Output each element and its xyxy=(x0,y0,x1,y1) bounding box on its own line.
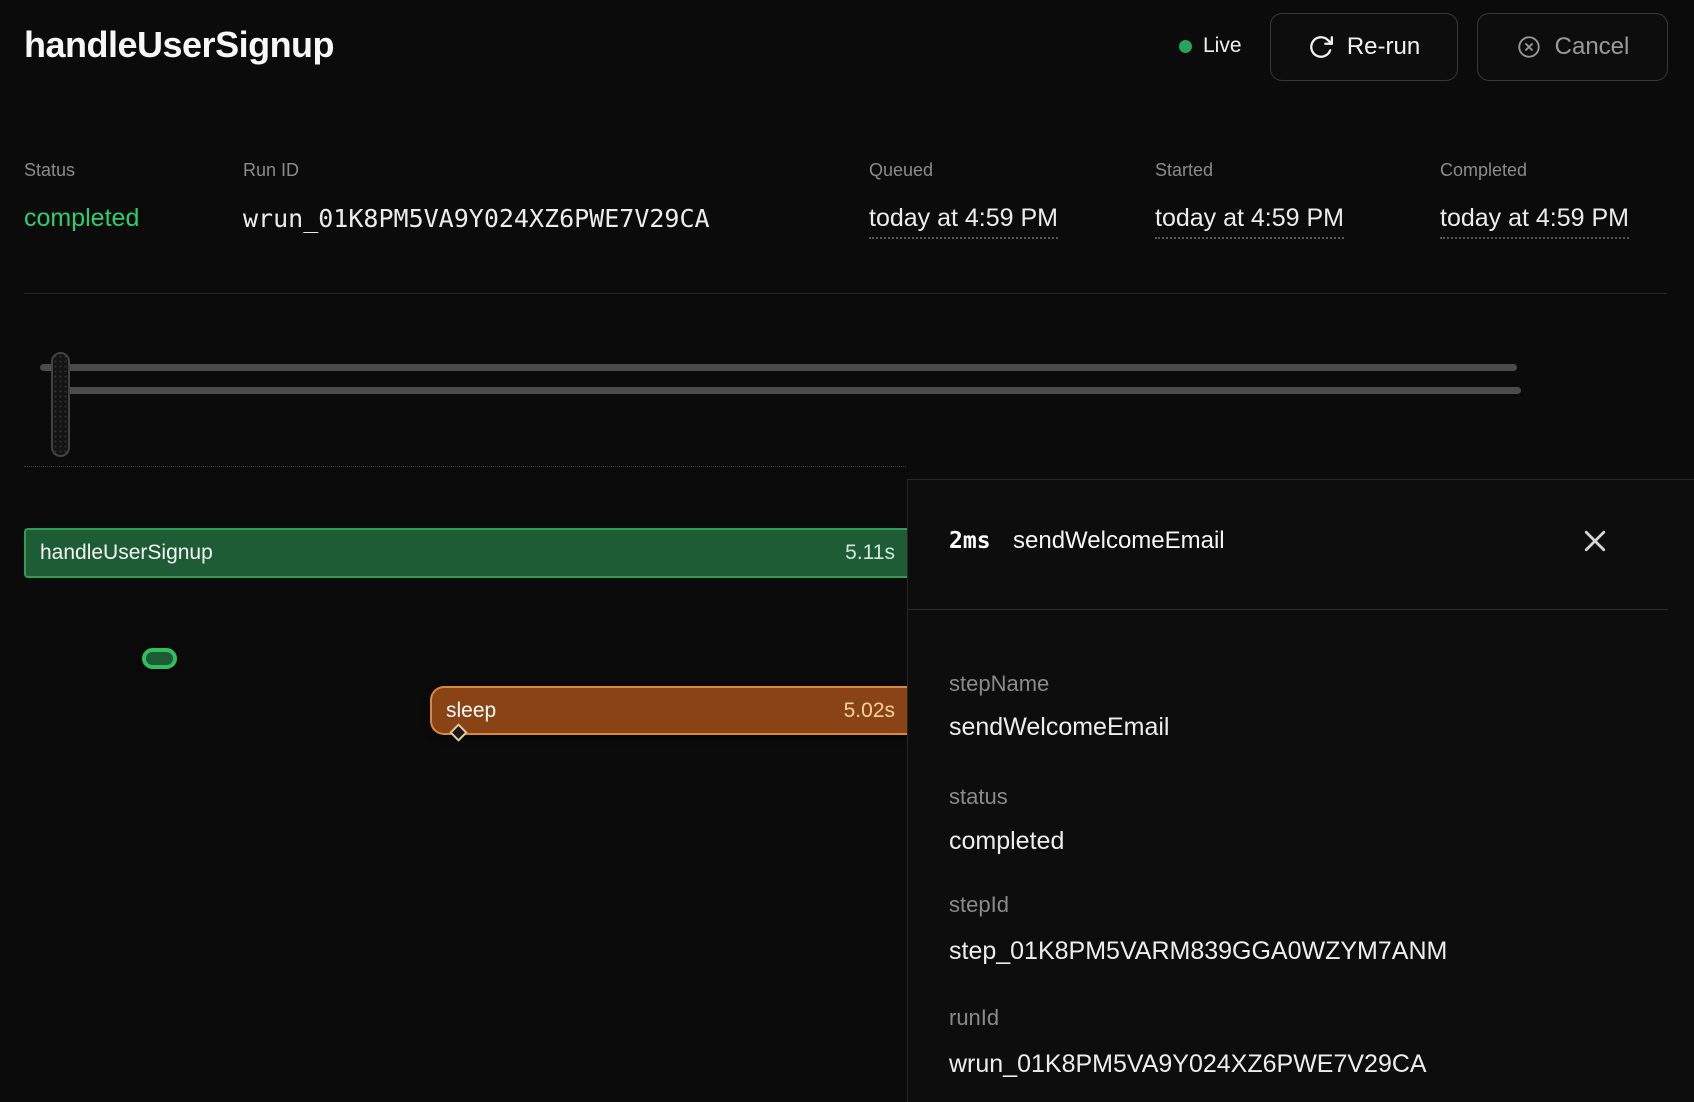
field-label-stepname: stepName xyxy=(949,671,1049,697)
cancel-button[interactable]: Cancel xyxy=(1477,13,1668,81)
panel-header-divider xyxy=(908,609,1668,610)
field-value-stepid: step_01K8PM5VARM839GGA0WZYM7ANM xyxy=(949,937,1447,966)
sleep-span-duration: 5.02s xyxy=(844,699,895,723)
completed-label: Completed xyxy=(1440,160,1527,181)
minimap-divider xyxy=(24,466,906,467)
selected-step-pill[interactable] xyxy=(142,648,177,669)
page-title: handleUserSignup xyxy=(24,24,334,66)
refresh-icon xyxy=(1308,34,1334,60)
rerun-label: Re-run xyxy=(1347,33,1420,61)
sleep-span-bar[interactable]: sleep 5.02s xyxy=(430,686,907,735)
queued-label: Queued xyxy=(869,160,933,181)
queued-value: today at 4:59 PM xyxy=(869,204,1058,239)
workflow-run-page: handleUserSignup Live Re-run Cancel Stat… xyxy=(0,0,1694,1102)
panel-close-button[interactable] xyxy=(1580,522,1618,560)
root-span-bar[interactable]: handleUserSignup 5.11s xyxy=(24,528,907,578)
live-label: Live xyxy=(1203,34,1242,58)
field-label-stepid: stepId xyxy=(949,892,1009,918)
step-detail-panel: 2ms sendWelcomeEmail stepName sendWelcom… xyxy=(907,479,1694,1102)
started-label: Started xyxy=(1155,160,1213,181)
rerun-button[interactable]: Re-run xyxy=(1270,13,1458,81)
circle-x-icon xyxy=(1516,34,1542,60)
step-panel-title: sendWelcomeEmail xyxy=(1013,527,1225,555)
cancel-label: Cancel xyxy=(1555,33,1630,61)
sleep-span-label: sleep xyxy=(446,699,496,723)
completed-value: today at 4:59 PM xyxy=(1440,204,1629,239)
field-label-runid: runId xyxy=(949,1005,999,1031)
live-dot-icon xyxy=(1179,40,1192,53)
timeline-minimap[interactable] xyxy=(0,294,1694,466)
field-value-stepname: sendWelcomeEmail xyxy=(949,713,1169,742)
status-label: Status xyxy=(24,160,75,181)
close-icon xyxy=(1580,526,1618,556)
minimap-viewport-handle[interactable] xyxy=(51,352,70,457)
run-id-value: wrun_01K8PM5VA9Y024XZ6PWE7V29CA xyxy=(243,204,710,233)
minimap-root-span-bar xyxy=(40,364,1517,371)
root-span-duration: 5.11s xyxy=(845,541,895,565)
field-label-status: status xyxy=(949,784,1008,810)
minimap-sleep-span-bar xyxy=(59,387,1521,394)
live-indicator: Live xyxy=(1179,34,1242,58)
status-value: completed xyxy=(24,204,139,233)
started-value: today at 4:59 PM xyxy=(1155,204,1344,239)
field-value-status: completed xyxy=(949,827,1064,856)
field-value-runid: wrun_01K8PM5VA9Y024XZ6PWE7V29CA xyxy=(949,1050,1427,1079)
run-id-label: Run ID xyxy=(243,160,299,181)
root-span-label: handleUserSignup xyxy=(40,541,213,565)
step-duration-badge: 2ms xyxy=(949,528,991,554)
